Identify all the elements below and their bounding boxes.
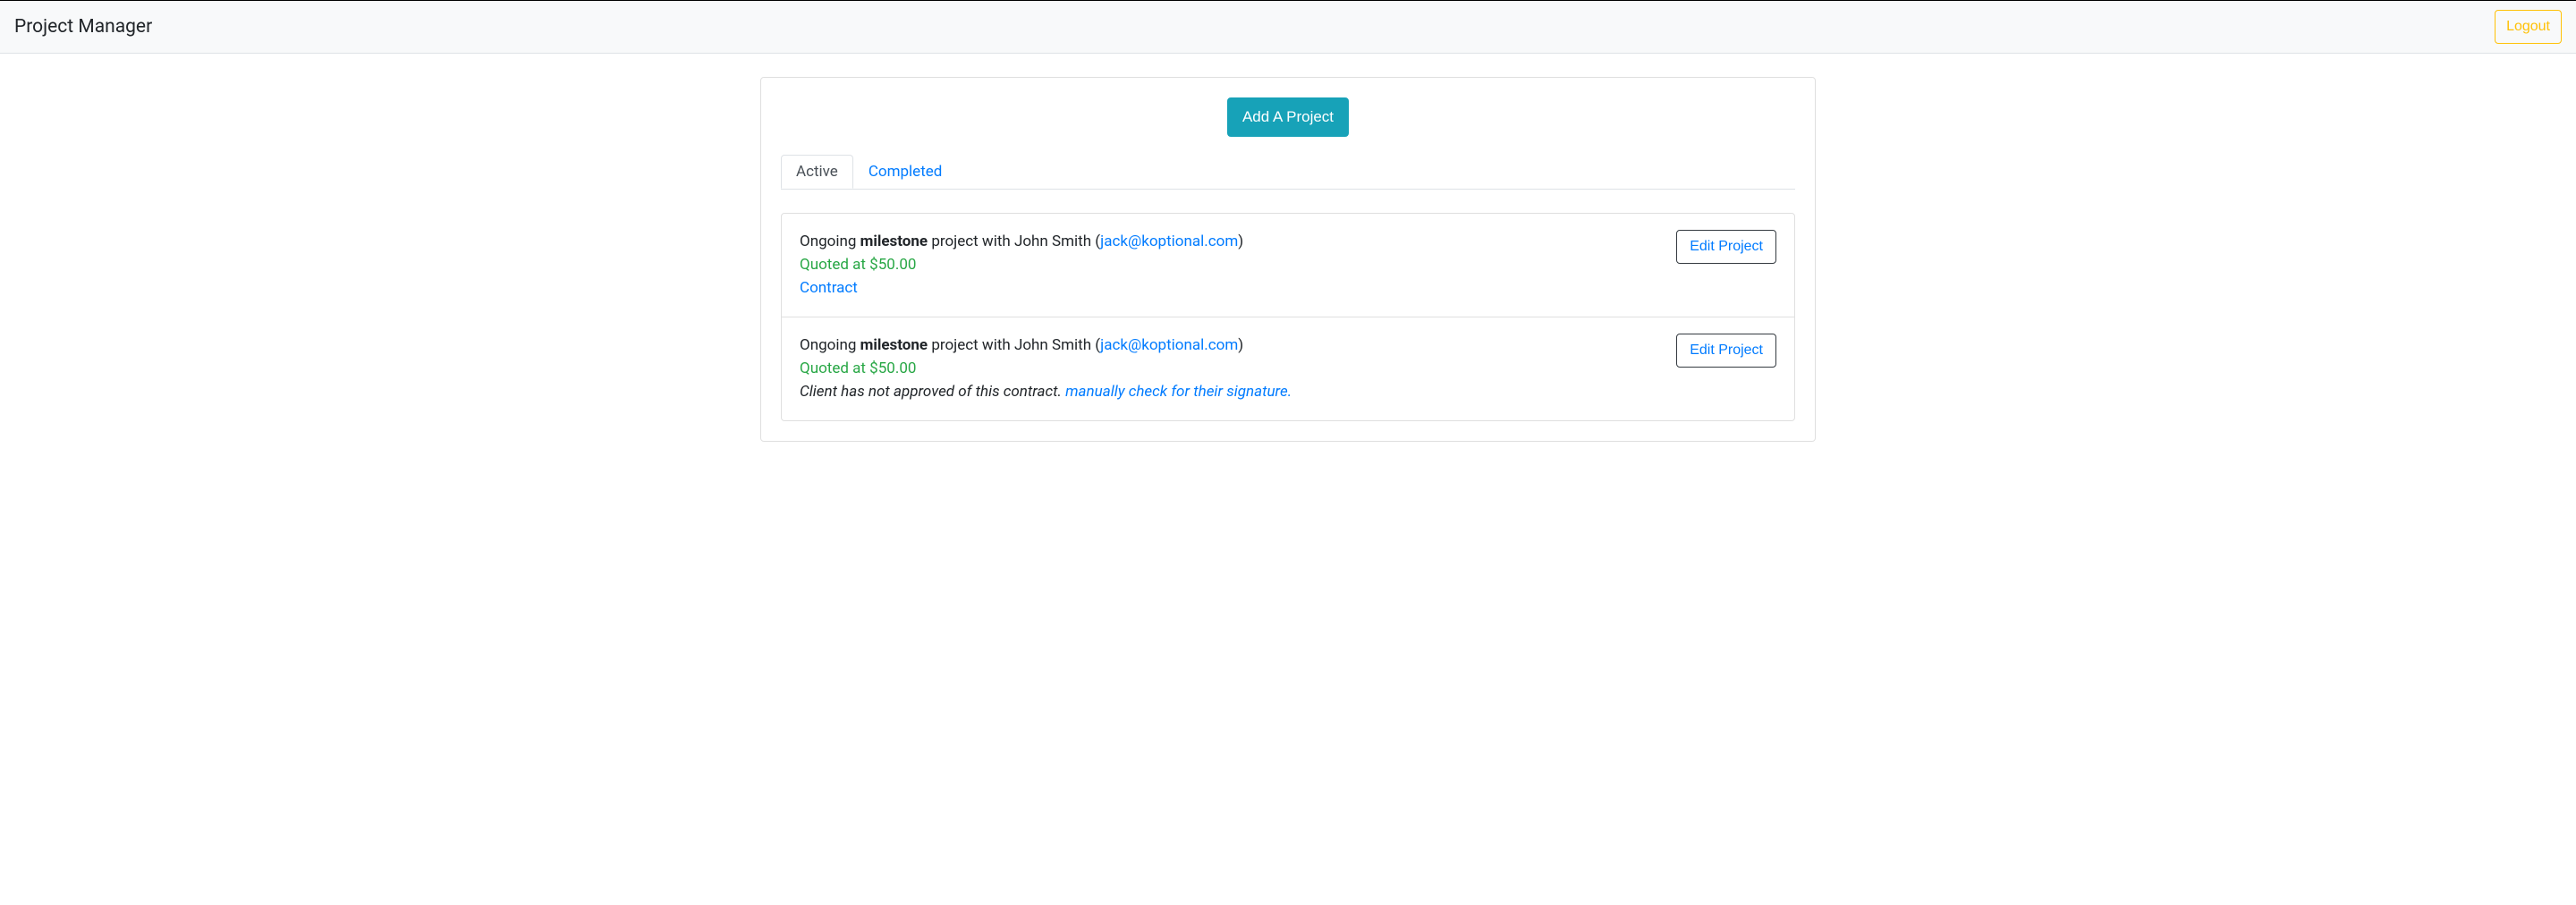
tab-active[interactable]: Active [781, 155, 853, 189]
project-info: Ongoing milestone project with John Smit… [800, 334, 1292, 404]
pending-text: Client has not approved of this contract… [800, 383, 1065, 401]
project-prefix: Ongoing [800, 233, 860, 250]
projects-card: Add A Project Active Completed Ongoing m… [760, 77, 1816, 442]
navbar: Project Manager Logout [0, 0, 2576, 54]
project-with: project with John Smith ( [928, 233, 1100, 250]
project-close-paren: ) [1238, 233, 1243, 250]
edit-project-button[interactable]: Edit Project [1676, 230, 1776, 264]
edit-project-button[interactable]: Edit Project [1676, 334, 1776, 368]
add-project-button[interactable]: Add A Project [1227, 97, 1349, 137]
project-info: Ongoing milestone project with John Smit… [800, 230, 1243, 300]
project-title-line: Ongoing milestone project with John Smit… [800, 230, 1243, 253]
logout-button[interactable]: Logout [2495, 10, 2562, 44]
contract-link[interactable]: Contract [800, 279, 858, 297]
project-with: project with John Smith ( [928, 336, 1100, 354]
project-quote: Quoted at $50.00 [800, 357, 1292, 380]
project-item: Ongoing milestone project with John Smit… [782, 214, 1794, 317]
project-item: Ongoing milestone project with John Smit… [782, 317, 1794, 420]
project-type: milestone [860, 233, 928, 250]
project-email-link[interactable]: jack@koptional.com [1100, 336, 1238, 354]
project-prefix: Ongoing [800, 336, 860, 354]
project-pending-line: Client has not approved of this contract… [800, 380, 1292, 403]
check-signature-link[interactable]: manually check for their signature. [1065, 383, 1292, 401]
project-type: milestone [860, 336, 928, 354]
tab-completed[interactable]: Completed [853, 155, 958, 189]
navbar-brand[interactable]: Project Manager [14, 16, 152, 38]
project-quote: Quoted at $50.00 [800, 253, 1243, 276]
project-email-link[interactable]: jack@koptional.com [1100, 233, 1238, 250]
tabs: Active Completed [781, 155, 1795, 190]
project-title-line: Ongoing milestone project with John Smit… [800, 334, 1292, 357]
project-close-paren: ) [1238, 336, 1243, 354]
project-list: Ongoing milestone project with John Smit… [781, 213, 1795, 421]
